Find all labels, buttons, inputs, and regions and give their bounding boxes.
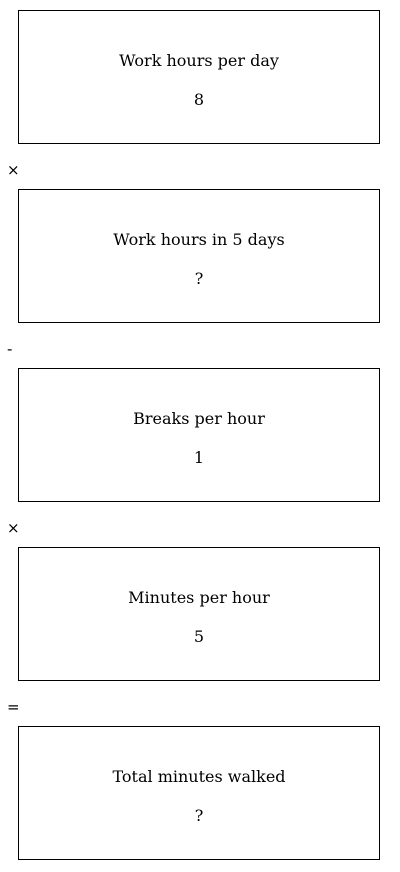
step-box-breaks-per-hour: Breaks per hour 1: [18, 368, 380, 502]
step-box-total-minutes-walked: Total minutes walked ?: [18, 726, 380, 860]
step-value: 5: [193, 627, 205, 646]
step-box-work-hours-per-day: Work hours per day 8: [18, 10, 380, 144]
step-value: ?: [194, 269, 204, 288]
step-label: Breaks per hour: [133, 409, 265, 428]
multiply-operator: ×: [7, 519, 20, 537]
step-value: 8: [193, 90, 205, 109]
step-label: Total minutes walked: [112, 767, 286, 786]
step-box-minutes-per-hour: Minutes per hour 5: [18, 547, 380, 681]
equals-operator: =: [7, 698, 20, 716]
step-value: 1: [193, 448, 205, 467]
multiply-operator: ×: [7, 161, 20, 179]
step-label: Work hours in 5 days: [113, 230, 285, 249]
step-box-work-hours-in-5-days: Work hours in 5 days ?: [18, 189, 380, 323]
step-value: ?: [194, 806, 204, 825]
step-label: Minutes per hour: [128, 588, 270, 607]
minus-operator: -: [7, 340, 13, 358]
step-label: Work hours per day: [119, 51, 279, 70]
